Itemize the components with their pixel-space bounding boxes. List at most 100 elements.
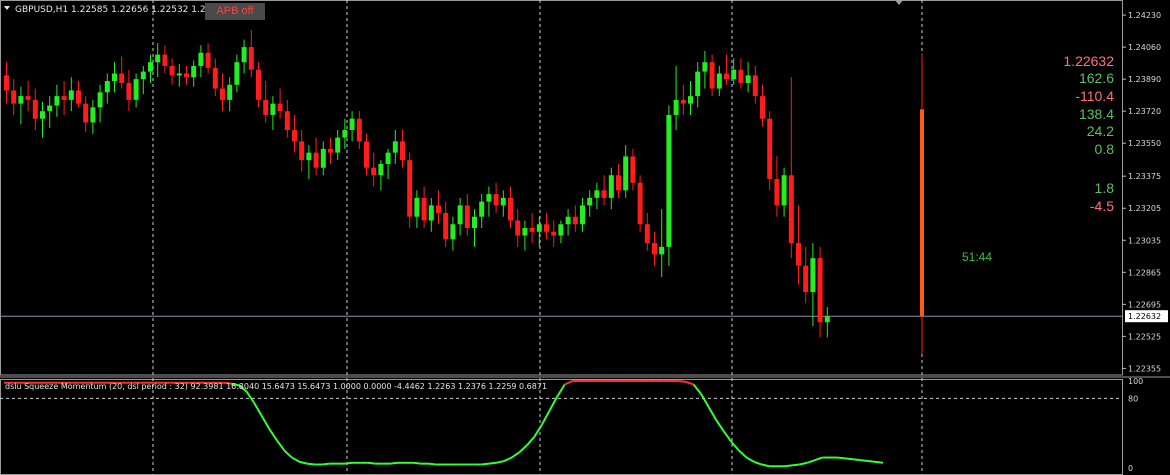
candle[interactable] <box>234 54 240 93</box>
candle[interactable] <box>176 64 182 87</box>
apb-toggle-button[interactable]: APB off <box>205 3 265 20</box>
candle[interactable] <box>40 101 45 138</box>
candle[interactable] <box>522 220 528 251</box>
candle[interactable] <box>450 216 456 251</box>
candle[interactable] <box>673 65 679 131</box>
candle[interactable] <box>493 182 499 213</box>
candle[interactable] <box>126 69 132 112</box>
candle[interactable] <box>356 111 362 149</box>
candle[interactable] <box>263 81 269 123</box>
candle[interactable] <box>767 111 773 191</box>
candle[interactable] <box>601 175 607 206</box>
candle[interactable] <box>630 148 636 191</box>
candle[interactable] <box>335 130 341 161</box>
candle[interactable] <box>112 62 117 93</box>
candle[interactable] <box>191 60 197 87</box>
candle[interactable] <box>407 152 413 229</box>
candle[interactable] <box>824 307 830 338</box>
candle[interactable] <box>536 216 542 247</box>
scroll-marker-icon[interactable] <box>895 0 903 5</box>
candle[interactable] <box>817 246 823 338</box>
candle[interactable] <box>119 56 125 89</box>
candle[interactable] <box>558 220 564 244</box>
candle[interactable] <box>810 243 816 327</box>
candle[interactable] <box>738 58 744 89</box>
candle[interactable] <box>709 54 715 97</box>
candle[interactable] <box>580 197 585 232</box>
candle[interactable] <box>421 186 427 229</box>
candle[interactable] <box>428 197 434 232</box>
candle[interactable] <box>148 54 153 83</box>
candle[interactable] <box>76 81 81 108</box>
candle[interactable] <box>608 167 614 210</box>
candle[interactable] <box>320 141 326 176</box>
candle[interactable] <box>328 137 333 164</box>
candle[interactable] <box>133 73 139 108</box>
candle[interactable] <box>349 111 355 142</box>
candle[interactable] <box>544 212 549 240</box>
candle[interactable] <box>781 167 787 217</box>
candle[interactable] <box>500 190 506 217</box>
candle[interactable] <box>241 39 247 74</box>
candle[interactable] <box>83 96 89 132</box>
candle[interactable] <box>299 130 305 172</box>
candle[interactable] <box>284 99 290 138</box>
candle[interactable] <box>11 79 17 115</box>
chart-canvas[interactable]: 1.24230 1.24060 1.23890 1.23720 1.23550 1.233… <box>0 0 1170 475</box>
candle[interactable] <box>198 45 204 78</box>
candle[interactable] <box>270 96 276 131</box>
candle[interactable] <box>18 86 24 125</box>
candle[interactable] <box>796 205 801 285</box>
candle[interactable] <box>25 81 31 112</box>
candle[interactable] <box>436 190 441 225</box>
current-candle[interactable] <box>920 54 924 355</box>
candle[interactable] <box>644 212 650 251</box>
candle[interactable] <box>4 62 9 104</box>
candle[interactable] <box>47 96 53 129</box>
candle[interactable] <box>90 99 96 134</box>
candle[interactable] <box>443 201 449 247</box>
candle[interactable] <box>680 84 686 115</box>
candle[interactable] <box>385 148 391 180</box>
candle[interactable] <box>774 156 780 217</box>
candle[interactable] <box>587 190 593 217</box>
candle[interactable] <box>184 65 189 85</box>
candle[interactable] <box>54 84 60 117</box>
candle[interactable] <box>666 105 672 266</box>
candle[interactable] <box>688 81 693 115</box>
candle[interactable] <box>616 163 621 198</box>
header-dropdown-icon[interactable] <box>4 6 10 10</box>
candle[interactable] <box>529 212 535 244</box>
candle[interactable] <box>414 190 420 229</box>
candle[interactable] <box>652 231 657 266</box>
candle[interactable] <box>32 88 38 131</box>
candle[interactable] <box>155 43 161 78</box>
candle[interactable] <box>594 182 600 210</box>
candle[interactable] <box>97 84 103 123</box>
candle[interactable] <box>716 65 722 97</box>
candle[interactable] <box>256 62 261 108</box>
candle[interactable] <box>364 133 369 176</box>
candle[interactable] <box>515 209 521 247</box>
candle[interactable] <box>551 220 557 247</box>
candle[interactable] <box>572 205 578 232</box>
chart-window[interactable]: 1.24230 1.24060 1.23890 1.23720 1.23550 1.233… <box>0 0 1170 475</box>
candle[interactable] <box>486 186 492 217</box>
candle[interactable] <box>371 152 377 187</box>
candle[interactable] <box>695 62 701 108</box>
candle[interactable] <box>162 45 168 74</box>
candle[interactable] <box>565 209 571 236</box>
candle[interactable] <box>392 130 398 164</box>
candle[interactable] <box>464 194 470 236</box>
candle[interactable] <box>803 246 809 304</box>
candle[interactable] <box>623 145 629 198</box>
candle[interactable] <box>752 65 758 104</box>
candle[interactable] <box>508 186 513 229</box>
candle[interactable] <box>169 58 175 85</box>
candle[interactable] <box>205 43 211 74</box>
candle[interactable] <box>457 197 463 236</box>
candle[interactable] <box>788 77 794 259</box>
candle[interactable] <box>277 88 283 119</box>
candle[interactable] <box>472 209 477 247</box>
candle[interactable] <box>724 54 729 85</box>
